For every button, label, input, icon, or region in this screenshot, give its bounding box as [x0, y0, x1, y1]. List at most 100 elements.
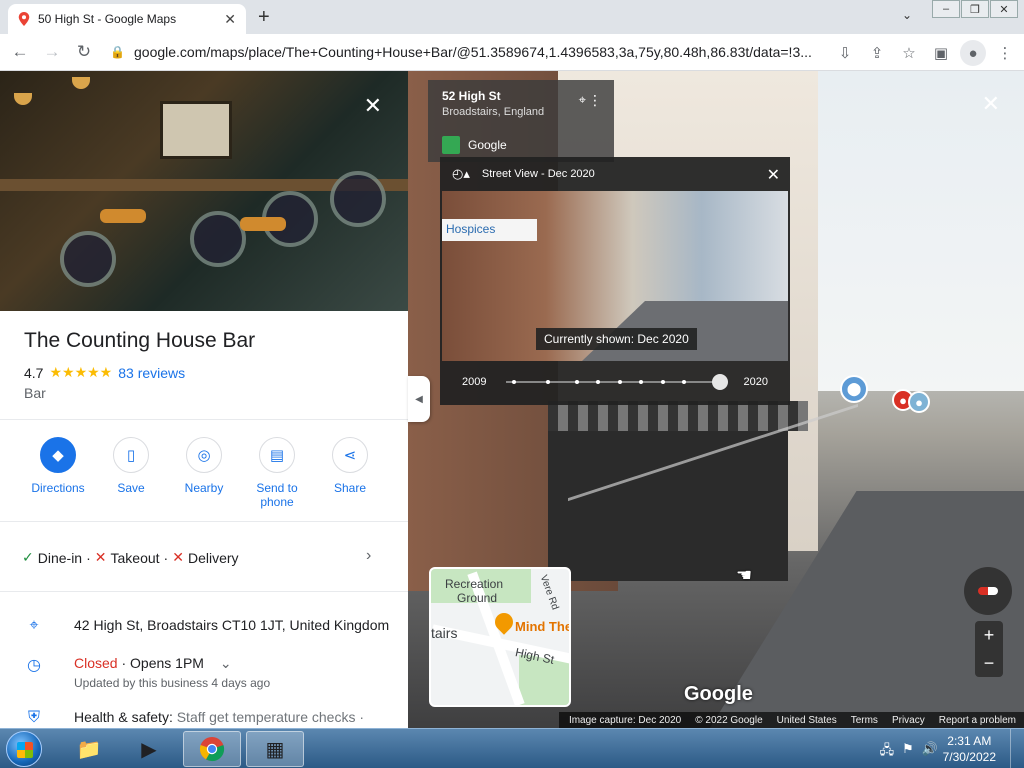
- wall-picture-shape: [160, 101, 232, 159]
- window-close-icon[interactable]: ✕: [990, 0, 1018, 18]
- address-row[interactable]: ⌖ 42 High St, Broadstairs CT10 1JT, Unit…: [24, 617, 389, 635]
- health-value: Staff get temperature checks ·: [176, 709, 364, 725]
- clock-icon: ◷: [27, 657, 41, 674]
- profile-avatar-icon[interactable]: ●: [960, 40, 986, 66]
- hand-cursor-icon: ☚: [736, 565, 753, 585]
- check-icon: ✓: [22, 549, 34, 565]
- new-tab-icon[interactable]: +: [258, 6, 270, 29]
- bar-panel-shape: [190, 211, 246, 267]
- cross-icon: ✕: [172, 549, 184, 565]
- region-link[interactable]: United States: [777, 715, 837, 726]
- share-page-icon[interactable]: ⇪: [864, 40, 890, 66]
- place-marker-icon[interactable]: ●: [908, 391, 930, 413]
- send-to-phone-button[interactable]: ▤ Send to phone: [239, 437, 315, 509]
- save-label: Save: [117, 481, 145, 495]
- hours-row[interactable]: ◷ Closed · Opens 1PM ⌄ Updated by this b…: [24, 655, 270, 690]
- stool-shape: [100, 209, 146, 223]
- browser-tab[interactable]: 50 High St - Google Maps ✕: [8, 4, 246, 34]
- restore-icon[interactable]: ❐: [961, 0, 989, 18]
- street-view-close-icon[interactable]: ✕: [982, 91, 1000, 117]
- volume-icon[interactable]: 🔊: [922, 741, 938, 763]
- taskbar-clock[interactable]: 2:31 AM 7/30/2022: [943, 733, 996, 765]
- lamp-shape: [14, 93, 32, 105]
- side-panel-icon[interactable]: ▣: [928, 40, 954, 66]
- start-button[interactable]: [6, 731, 42, 767]
- report-problem-link[interactable]: Report a problem: [939, 715, 1016, 726]
- map-label-stairs: tairs: [431, 625, 458, 641]
- takeout-label: Takeout: [110, 549, 160, 566]
- history-icon[interactable]: ◴▴: [452, 166, 470, 182]
- slider-tick[interactable]: [618, 380, 622, 384]
- slider-tick[interactable]: [639, 380, 643, 384]
- attribution-bar: Image capture: Dec 2020 © 2022 Google Un…: [558, 712, 1024, 728]
- location-pin-icon[interactable]: ⌖: [579, 92, 586, 108]
- compass-icon[interactable]: [964, 567, 1012, 615]
- time-travel-close-icon[interactable]: ✕: [767, 165, 780, 185]
- tab-search-chevron-icon[interactable]: ⌄: [902, 8, 912, 22]
- install-icon[interactable]: ⇩: [832, 40, 858, 66]
- health-safety-row[interactable]: ⛨ Health & safety: Staff get temperature…: [24, 709, 364, 727]
- chrome-icon[interactable]: [183, 731, 241, 767]
- awning-shape: [548, 401, 808, 431]
- slider-tick[interactable]: [682, 380, 686, 384]
- show-desktop-button[interactable]: [1010, 729, 1024, 768]
- bar-panel-shape: [60, 231, 116, 287]
- zoom-in-icon[interactable]: +: [975, 621, 1003, 649]
- dine-in-label: Dine-in: [37, 549, 83, 566]
- browser-menu-icon[interactable]: ⋮: [992, 40, 1018, 66]
- address-bar[interactable]: 🔒 google.com/maps/place/The+Counting+Hou…: [110, 38, 820, 66]
- reviews-link[interactable]: 83 reviews: [118, 365, 185, 381]
- chevron-right-icon[interactable]: ›: [366, 547, 371, 565]
- slider-handle[interactable]: [712, 374, 728, 390]
- slider-tick[interactable]: [596, 380, 600, 384]
- window-controls: – ❐ ✕: [931, 0, 1018, 18]
- reload-icon[interactable]: ↻: [68, 36, 100, 68]
- minimize-icon[interactable]: –: [932, 0, 960, 18]
- place-panel: ✕ The Counting House Bar 4.7 ★★★★★ 83 re…: [0, 71, 408, 728]
- control-panel-icon[interactable]: ▦: [246, 731, 304, 767]
- collapse-panel-button[interactable]: ◀: [408, 376, 430, 422]
- shop-sign: Hospices: [442, 219, 537, 241]
- media-player-icon[interactable]: ▶: [120, 731, 178, 767]
- forward-icon[interactable]: →: [36, 36, 68, 68]
- share-button[interactable]: ⋖ Share: [312, 437, 388, 495]
- file-explorer-icon[interactable]: 📁: [60, 731, 118, 767]
- lock-icon[interactable]: 🔒: [110, 45, 125, 59]
- photo-close-icon[interactable]: ✕: [364, 93, 382, 119]
- zoom-controls: + −: [975, 621, 1003, 677]
- place-photo[interactable]: ✕: [0, 71, 408, 311]
- bookmark-star-icon[interactable]: ☆: [896, 40, 922, 66]
- mini-map[interactable]: Recreation Ground tairs High St Vere Rd …: [429, 567, 571, 707]
- more-options-icon[interactable]: ⋮: [588, 92, 602, 109]
- street-view-address-card: 52 High St Broadstairs, England ⌖ ⋮ Goog…: [428, 80, 614, 162]
- divider: [0, 521, 408, 522]
- terms-link[interactable]: Terms: [851, 715, 878, 726]
- slider-tick[interactable]: [512, 380, 516, 384]
- service-options-row[interactable]: ✓ Dine-in · ✕ Takeout · ✕ Delivery ›: [22, 547, 371, 566]
- delivery-label: Delivery: [187, 549, 239, 566]
- action-center-icon[interactable]: ⚑: [902, 741, 914, 763]
- nearby-button[interactable]: ◎ Nearby: [166, 437, 242, 495]
- slider-track[interactable]: [506, 381, 724, 383]
- privacy-link[interactable]: Privacy: [892, 715, 925, 726]
- street-view[interactable]: ⬤ ● ● ✕ 52 High St Broadstairs, England …: [408, 71, 1024, 728]
- chevron-down-icon[interactable]: ⌄: [220, 655, 232, 671]
- zoom-out-icon[interactable]: −: [975, 649, 1003, 677]
- place-category[interactable]: Bar: [24, 385, 46, 401]
- slider-tick[interactable]: [546, 380, 550, 384]
- directions-button[interactable]: ◆ Directions: [20, 437, 96, 495]
- network-icon[interactable]: 🖧: [880, 741, 895, 763]
- taskbar: 📁 ▶ ▦ 🖧 ⚑ 🔊 2:31 AM 7/30/2022: [0, 728, 1024, 768]
- tab-close-icon[interactable]: ✕: [224, 11, 236, 28]
- separator-dot: ·: [86, 549, 91, 566]
- share-label: Share: [333, 481, 367, 495]
- place-marker-icon[interactable]: ⬤: [840, 375, 868, 403]
- time-travel-title: Street View - Dec 2020: [481, 168, 595, 180]
- slider-tick[interactable]: [575, 380, 579, 384]
- map-label-ground: Recreation: [445, 577, 504, 591]
- slider-tick[interactable]: [661, 380, 665, 384]
- back-icon[interactable]: ←: [4, 36, 36, 68]
- year-slider[interactable]: 2009 2020: [440, 369, 790, 395]
- separator-dot: ·: [163, 549, 169, 566]
- save-button[interactable]: ▯ Save: [93, 437, 169, 495]
